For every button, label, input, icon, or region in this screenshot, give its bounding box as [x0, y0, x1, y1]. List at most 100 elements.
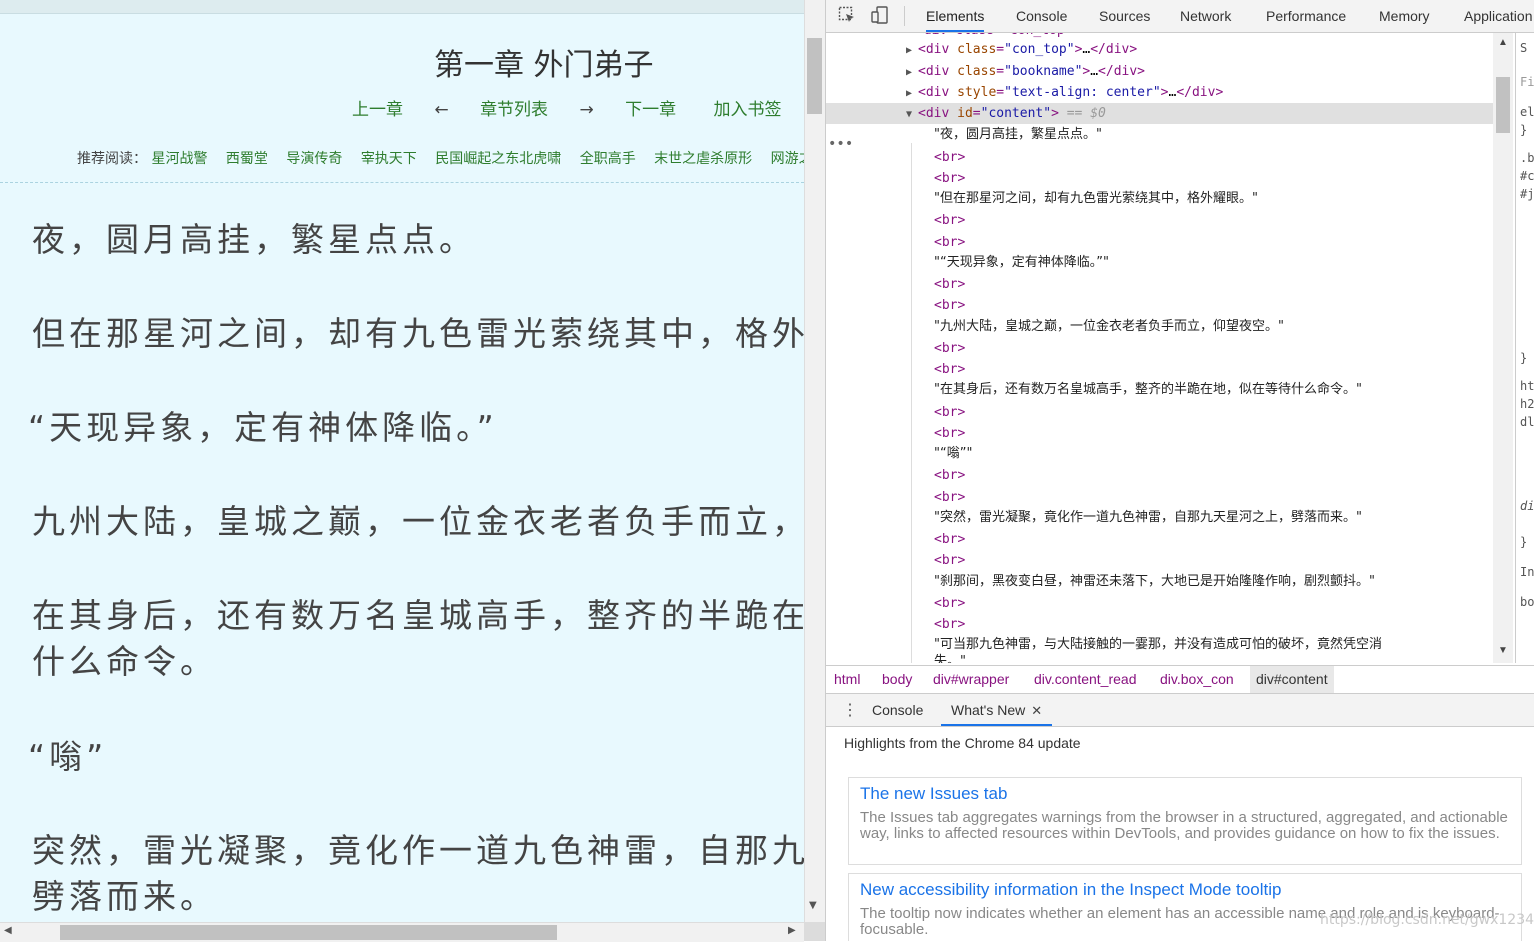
tab-memory[interactable]: Memory	[1379, 0, 1430, 32]
elements-scrollbar[interactable]: ▲ ▼	[1493, 33, 1513, 663]
recommend-link[interactable]: 全职高手	[580, 151, 636, 167]
tree-br[interactable]: <br>	[826, 487, 1493, 508]
tree-row[interactable]: ▶ <div style="text-align: center">…</div>	[826, 82, 1493, 103]
breadcrumb-wrapper[interactable]: div#wrapper	[933, 666, 1009, 693]
tab-elements[interactable]: Elements	[926, 0, 985, 32]
tree-text-node[interactable]: "但在那星河之间，却有九色雷光萦绕其中，格外耀眼。"	[826, 188, 1493, 209]
scroll-right-icon[interactable]: ▶	[788, 925, 796, 936]
tree-br[interactable]: <br>	[826, 593, 1493, 614]
tree-text-node[interactable]: "在其身后，还有数万名皇城高手，整齐的半跪在地，似在等待什么命令。"	[826, 379, 1493, 400]
tree-br[interactable]: <br>	[826, 550, 1493, 571]
elements-tree[interactable]: <div class="con_top" ▶<div class="con_to…	[826, 33, 1493, 663]
next-chapter-link[interactable]: 下一章	[625, 95, 676, 120]
tree-br[interactable]: <br>	[826, 423, 1493, 444]
scroll-up-icon[interactable]: ▲	[1498, 37, 1508, 48]
tab-network[interactable]: Network	[1180, 0, 1231, 32]
news-body: The Issues tab aggregates warnings from …	[860, 809, 1508, 842]
scroll-down-icon[interactable]: ▼	[809, 900, 817, 911]
news-card[interactable]: New accessibility information in the Ins…	[848, 873, 1522, 941]
kebab-menu-icon[interactable]: ⋮	[842, 700, 858, 720]
recommend-link[interactable]: 西蜀堂	[226, 151, 268, 167]
devtools-panel: Elements Console Sources Network Perform…	[825, 0, 1534, 941]
page-horizontal-scrollbar[interactable]: ◀ ▶	[0, 922, 804, 942]
prev-chapter-link[interactable]: 上一章	[352, 95, 403, 120]
tree-text-node[interactable]: "“嗡”"	[826, 443, 1493, 464]
chapter-nav: 上一章 ← 章节列表 → 下一章 加入书签	[352, 95, 782, 120]
elements-scroll-thumb[interactable]	[1496, 77, 1510, 133]
close-icon[interactable]: ✕	[1031, 703, 1042, 718]
tree-text-node[interactable]: "九州大陆，皇城之巅，一位金衣老者负手而立，仰望夜空。"	[826, 316, 1493, 337]
recommend-link[interactable]: 导演传奇	[286, 151, 342, 167]
update-highlight: Highlights from the Chrome 84 update	[844, 735, 1081, 751]
expand-arrow-icon[interactable]: ▶	[906, 83, 918, 104]
drawer-tab-whats-new[interactable]: What's New ✕	[941, 694, 1053, 726]
scroll-down-icon[interactable]: ▼	[1498, 645, 1508, 656]
tab-performance[interactable]: Performance	[1266, 0, 1346, 32]
tree-text-node[interactable]: "刹那间，黑夜变白昼，神雷还未落下，大地已是开始隆隆作响，剧烈颤抖。"	[826, 571, 1493, 592]
tree-text-node[interactable]: "“天现异象，定有神体降临。”"	[826, 252, 1493, 273]
tree-br[interactable]: <br>	[826, 529, 1493, 550]
collapse-arrow-icon[interactable]: ▼	[906, 104, 918, 125]
tree-br[interactable]: <br>	[826, 402, 1493, 423]
tree-br[interactable]: <br>	[826, 168, 1493, 189]
paragraph: 夜，圆月高挂，繁星点点。	[32, 220, 476, 259]
news-title-link[interactable]: The new Issues tab	[860, 784, 1007, 804]
tree-row-selected[interactable]: ▼ <div id="content"> == $0	[826, 103, 1493, 124]
tree-br[interactable]: <br>	[826, 359, 1493, 380]
tree-br[interactable]: <br>	[826, 274, 1493, 295]
arrow-right-icon: →	[579, 100, 594, 120]
paragraph: 什么命令。	[32, 642, 217, 681]
tree-br[interactable]: <br>	[826, 147, 1493, 168]
recommend-label: 推荐阅读：	[77, 151, 147, 167]
tab-application[interactable]: Application	[1464, 0, 1533, 32]
tree-text-node[interactable]: "夜，圆月高挂，繁星点点。"	[826, 124, 1493, 145]
page-top-strip	[0, 0, 804, 14]
page-scroll-thumb[interactable]	[807, 38, 822, 114]
tree-br[interactable]: <br>	[826, 295, 1493, 316]
breadcrumb-body[interactable]: body	[882, 666, 912, 693]
tree-br[interactable]: <br>	[826, 338, 1493, 359]
paragraph: “嗡”	[28, 737, 108, 776]
add-bookmark-link[interactable]: 加入书签	[714, 95, 782, 120]
tree-br[interactable]: <br>	[826, 210, 1493, 231]
news-title-link[interactable]: New accessibility information in the Ins…	[860, 880, 1281, 900]
novel-page: 第一章 外门弟子 上一章 ← 章节列表 → 下一章 加入书签 推荐阅读： 星河战…	[0, 0, 804, 922]
recommend-link[interactable]: 民国崛起之东北虎啸	[435, 151, 561, 167]
watermark: https://blog.csdn.net/gwx1234567	[1320, 912, 1534, 928]
devtools-toolbar: Elements Console Sources Network Perform…	[826, 0, 1534, 33]
breadcrumb-content[interactable]: div#content	[1250, 666, 1334, 693]
device-toolbar-icon[interactable]	[870, 6, 890, 26]
scroll-left-icon[interactable]: ◀	[4, 925, 12, 936]
tree-br[interactable]: <br>	[826, 614, 1493, 635]
recommend-link[interactable]: 末世之虐杀原形	[654, 151, 752, 167]
styles-pane[interactable]: S Fi el } .b #c #j } ht h2 dl di } In bo	[1515, 33, 1534, 663]
tree-text-node[interactable]: "突然，雷光凝聚，竟化作一道九色神雷，自那九天星河之上，劈落而来。"	[826, 507, 1493, 528]
breadcrumb-box-con[interactable]: div.box_con	[1160, 666, 1234, 693]
tab-console[interactable]: Console	[1016, 0, 1067, 32]
news-card[interactable]: The new Issues tab The Issues tab aggreg…	[848, 777, 1522, 865]
page-vertical-scrollbar[interactable]: ▼	[804, 0, 825, 922]
inspect-element-icon[interactable]	[837, 6, 857, 26]
tree-row[interactable]: ▶ <div class="con_top">…</div>	[826, 39, 1493, 60]
arrow-left-icon: ←	[434, 100, 449, 120]
tree-br[interactable]: <br>	[826, 465, 1493, 486]
toolbar-separator	[904, 6, 905, 26]
recommend-link[interactable]: 星河战警	[151, 151, 207, 167]
tree-row[interactable]: ▶ <div class="bookname">…</div>	[826, 61, 1493, 82]
breadcrumb-content-read[interactable]: div.content_read	[1034, 666, 1136, 693]
page-hscroll-thumb[interactable]	[60, 925, 557, 940]
chapter-list-link[interactable]: 章节列表	[480, 95, 548, 120]
recommend-link[interactable]: 宰执天下	[361, 151, 417, 167]
paragraph: 九州大陆，皇城之巅，一位金衣老者负手而立，	[32, 502, 804, 541]
breadcrumb-html[interactable]: html	[834, 666, 860, 693]
tree-text-node[interactable]: 失。"	[826, 651, 1493, 663]
expand-arrow-icon[interactable]: ▶	[906, 62, 918, 83]
drawer-tab-console[interactable]: Console	[872, 694, 923, 726]
divider	[0, 182, 804, 183]
expand-arrow-icon[interactable]: ▶	[906, 40, 918, 61]
paragraph: 在其身后，还有数万名皇城高手，整齐的半跪在	[32, 596, 804, 635]
tree-br[interactable]: <br>	[826, 232, 1493, 253]
recommend-link[interactable]: 网游之	[771, 151, 804, 167]
tab-sources[interactable]: Sources	[1099, 0, 1150, 32]
paragraph: 劈落而来。	[32, 877, 217, 916]
